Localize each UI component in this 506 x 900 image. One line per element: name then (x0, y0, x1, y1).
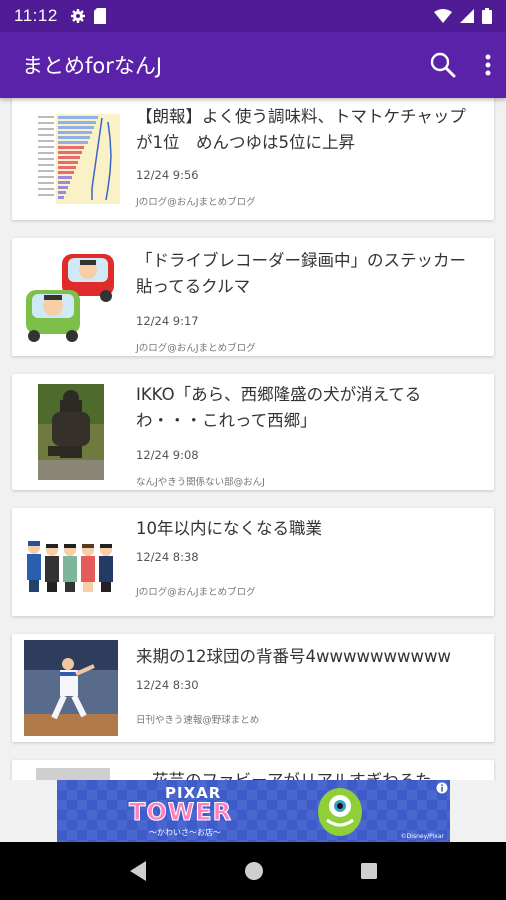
ad-banner[interactable]: PIXAR TOWER 〜かわいさ〜お店〜 ©Disney/Pixar (57, 780, 450, 842)
article-time: 12/24 8:38 (136, 550, 199, 564)
ad-container: PIXAR TOWER 〜かわいさ〜お店〜 ©Disney/Pixar (0, 780, 506, 842)
article-time: 12/24 8:30 (136, 678, 199, 692)
ad-copyright: ©Disney/Pixar (400, 833, 444, 840)
ad-info-icon[interactable] (436, 782, 448, 794)
overflow-menu-icon[interactable] (484, 53, 492, 77)
recents-icon[interactable] (360, 862, 378, 880)
article-title: 10年以内になくなる職業 (136, 519, 322, 538)
article-source: 日刊やきう速報@野球まとめ (136, 715, 260, 726)
article-card[interactable]: 10年以内になくなる職業 12/24 8:38 Jのログ@おんJまとめブログ (12, 508, 494, 616)
status-bar: 11:12 (0, 0, 506, 32)
sd-card-icon (93, 8, 106, 24)
search-icon[interactable] (430, 52, 456, 78)
article-time: 12/24 9:17 (136, 314, 199, 328)
signal-icon (460, 9, 474, 23)
article-thumbnail (38, 384, 104, 480)
article-thumbnail (24, 248, 120, 344)
article-title: 【朗報】よく使う調味料、トマトケチャップが1位 めんつゆは5位に上昇 (136, 107, 466, 152)
battery-icon (482, 8, 492, 24)
article-thumbnail (24, 640, 118, 736)
ad-title-line2: TOWER (128, 798, 233, 827)
system-nav-bar (0, 842, 506, 900)
article-card[interactable]: 来期の12球団の背番号4wwwwwwwwww 12/24 8:30 日刊やきう速… (12, 634, 494, 742)
ad-subtitle: 〜かわいさ〜お店〜 (149, 828, 221, 837)
status-time: 11:12 (14, 6, 58, 25)
home-icon[interactable] (244, 861, 264, 881)
back-icon[interactable] (128, 860, 148, 882)
article-card[interactable]: IKKO「あら、西郷隆盛の犬が消えてるわ・・・これって西郷」 12/24 9:0… (12, 374, 494, 490)
article-source: Jのログ@おんJまとめブログ (136, 587, 256, 598)
article-source: なんJやきう関係ない部@おんJ (136, 477, 265, 488)
article-thumbnail (36, 768, 110, 780)
article-title: 来期の12球団の背番号4wwwwwwwwww (136, 647, 451, 666)
article-title: IKKO「あら、西郷隆盛の犬が消えてるわ・・・これって西郷」 (136, 385, 422, 430)
article-title: 「ドライブレコーダー録画中」のステッカー貼ってるクルマ (136, 251, 466, 296)
article-list[interactable]: 【朗報】よく使う調味料、トマトケチャップが1位 めんつゆは5位に上昇 12/24… (0, 98, 506, 780)
article-card[interactable]: 【朗報】よく使う調味料、トマトケチャップが1位 めんつゆは5位に上昇 12/24… (12, 98, 494, 220)
article-card[interactable]: 「ドライブレコーダー録画中」のステッカー貼ってるクルマ 12/24 9:17 J… (12, 238, 494, 356)
wifi-icon (434, 9, 452, 23)
gear-icon (70, 9, 85, 23)
article-thumbnail (36, 112, 120, 208)
article-card[interactable]: 花芸のファビーアがリアルすぎわろた (12, 760, 494, 780)
article-title: 花芸のファビーアがリアルすぎわろた (152, 768, 482, 780)
article-time: 12/24 9:56 (136, 168, 199, 182)
app-bar: まとめforなんJ (0, 32, 506, 98)
app-title: まとめforなんJ (22, 54, 163, 78)
article-source: Jのログ@おんJまとめブログ (136, 343, 256, 354)
article-source: Jのログ@おんJまとめブログ (136, 197, 256, 208)
article-thumbnail (24, 514, 120, 610)
article-time: 12/24 9:08 (136, 448, 199, 462)
